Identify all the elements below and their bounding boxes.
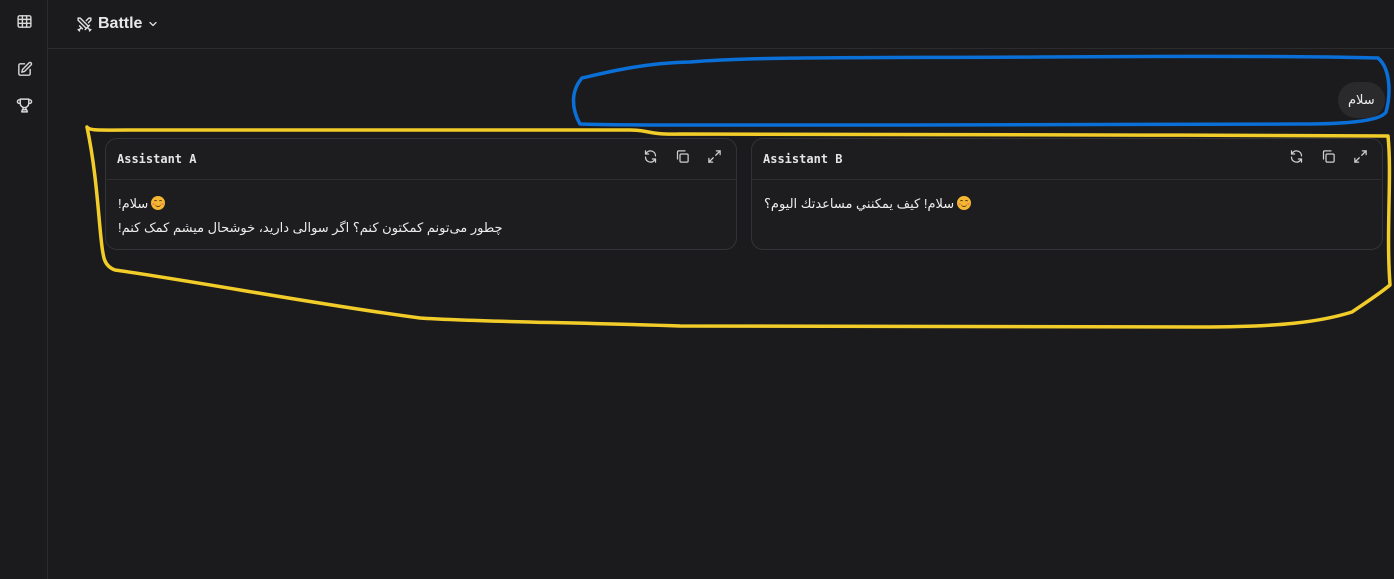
user-message-highlight (571, 54, 1391, 127)
annotation-overlay (85, 54, 1392, 329)
sidebar (0, 0, 48, 579)
edit-icon (16, 61, 33, 83)
regenerate-button[interactable] (642, 149, 658, 169)
copy-icon (1321, 149, 1336, 169)
leaderboard-table-button[interactable] (12, 12, 36, 36)
trophy-icon (16, 97, 33, 119)
smiling-face-icon (151, 196, 166, 210)
mode-label: Battle (98, 15, 143, 32)
regenerate-icon (1289, 149, 1304, 169)
expand-icon (707, 149, 722, 169)
copy-button[interactable] (1320, 149, 1336, 169)
card-title: Assistant B (763, 152, 843, 166)
card-header: Assistant A (106, 139, 736, 180)
card-header: Assistant B (752, 139, 1382, 180)
chevron-down-icon (147, 18, 159, 30)
card-actions (1288, 149, 1368, 169)
mode-selector[interactable]: Battle (76, 12, 159, 36)
table-icon (16, 13, 33, 35)
response-text: سلام! كيف يمكنني مساعدتك اليوم؟ (764, 196, 955, 211)
response-card-assistant-a: Assistant A (105, 138, 737, 250)
crossed-swords-icon (76, 16, 93, 33)
leaderboard-button[interactable] (12, 96, 36, 120)
response-line: سلام! (118, 192, 724, 216)
copy-icon (675, 149, 690, 169)
top-bar: Battle (48, 0, 1394, 49)
user-message-bubble: سلام (1338, 82, 1385, 118)
new-chat-button[interactable] (12, 60, 36, 84)
regenerate-button[interactable] (1288, 149, 1304, 169)
card-actions (642, 149, 722, 169)
response-body: سلام! چطور می‌تونم کمکتون کنم؟ اگر سوالی… (106, 180, 736, 240)
copy-button[interactable] (674, 149, 690, 169)
response-card-assistant-b: Assistant B سلام! كيف يمكنني مساعدتك الي… (751, 138, 1383, 250)
response-line: چطور می‌تونم کمکتون کنم؟ اگر سوالی دارید… (118, 216, 724, 240)
response-text: چطور می‌تونم کمکتون کنم؟ اگر سوالی دارید… (118, 220, 503, 235)
response-body: سلام! كيف يمكنني مساعدتك اليوم؟ (752, 180, 1382, 216)
card-title: Assistant A (117, 152, 197, 166)
response-line: سلام! كيف يمكنني مساعدتك اليوم؟ (764, 192, 1370, 216)
response-text: سلام! (118, 196, 149, 211)
regenerate-icon (643, 149, 658, 169)
user-message-text: سلام (1348, 92, 1375, 107)
smiling-face-icon (957, 196, 972, 210)
expand-button[interactable] (1352, 149, 1368, 169)
expand-button[interactable] (706, 149, 722, 169)
expand-icon (1353, 149, 1368, 169)
